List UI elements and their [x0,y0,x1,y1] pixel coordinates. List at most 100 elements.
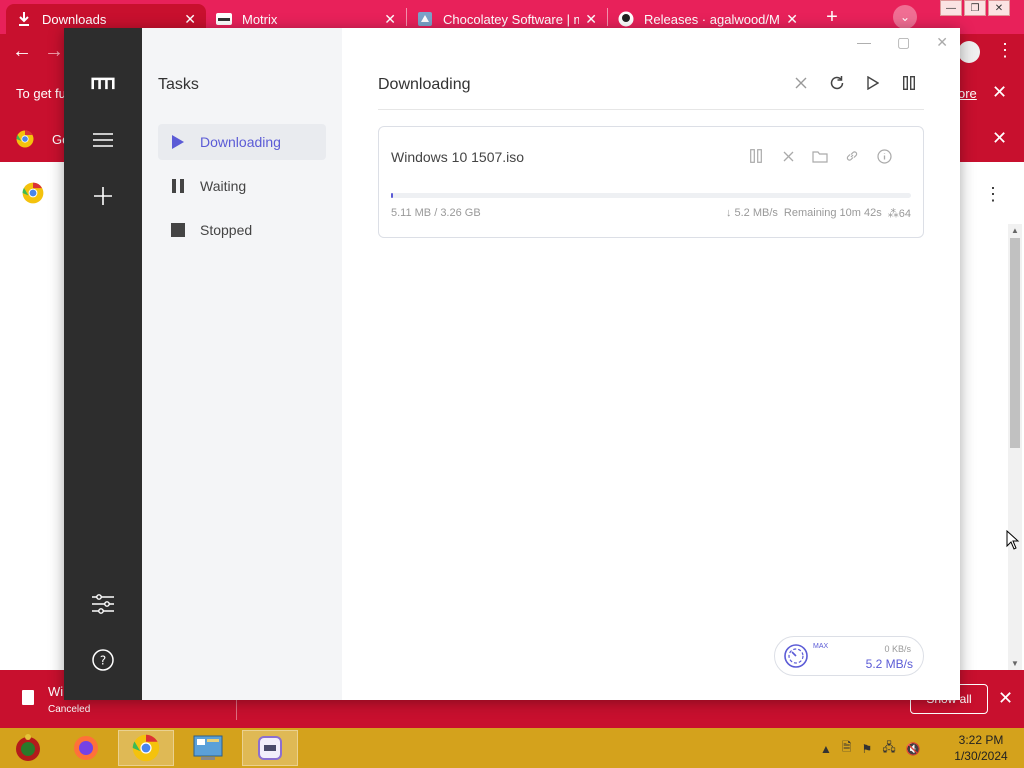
task-name: Windows 10 1507.iso [391,149,525,165]
nav-label: Waiting [200,178,247,194]
taskbar-chrome[interactable] [118,730,174,766]
motrix-window-controls: — ▢ ✕ [857,34,948,51]
network-icon[interactable]: 🖧 [882,738,895,759]
page-title: Downloading [378,76,471,93]
motrix-logo-icon [91,72,115,96]
page-scrollbar[interactable]: ▲ ▼ [1008,224,1022,670]
close-shelf-icon[interactable]: ✕ [998,688,1013,709]
clock-time: 3:22 PM [958,733,1004,747]
delete-all-icon[interactable] [792,74,810,92]
info-bar-text: To get fu [16,86,66,101]
forward-arrow-icon[interactable]: → [44,40,64,63]
speed-limit-label: MAX [813,643,829,650]
maximize-icon[interactable]: ▢ [897,34,910,51]
new-tab-button[interactable]: + [818,3,846,31]
close-icon[interactable]: ✕ [384,11,396,28]
minimize-icon[interactable]: — [857,34,871,51]
chrome-logo-icon [22,182,44,207]
motrix-aside: ? [64,28,142,700]
task-progress-bar [391,193,911,198]
back-arrow-icon[interactable]: ← [12,40,32,63]
speedometer[interactable]: MAX 0 KB/s 5.2 MB/s [774,636,924,676]
task-connections: ⁂64 [887,208,911,220]
profile-avatar[interactable] [958,41,980,63]
nav-stopped[interactable]: Stopped [158,212,326,248]
taskbar-control-panel[interactable] [180,730,236,766]
tray-expand-icon[interactable]: ▲ [820,742,832,756]
download-status: Canceled [48,704,91,715]
delete-icon[interactable] [779,147,797,165]
tab-title: Releases · agalwood/Mot [644,11,781,27]
tab-title: Downloads [42,11,107,27]
github-icon [618,11,634,27]
tasks-sidebar: Tasks Downloading Waiting Stopped [142,28,342,700]
mouse-cursor-icon [1006,530,1020,550]
menu-icon[interactable] [91,128,115,152]
add-task-icon[interactable] [91,184,115,208]
close-icon[interactable]: ✕ [936,34,948,51]
tab-title: Chocolatey Software | mo [443,11,580,27]
task-list-header: Downloading [378,74,924,110]
task-size: 5.11 MB / 3.26 GB [391,207,481,219]
header-actions [792,74,918,92]
info-bar-link[interactable]: ore [958,86,977,101]
pause-icon[interactable] [747,147,765,165]
motrix-window: ? Tasks Downloading Waiting Stopped — ▢ [64,28,960,700]
speedometer-gauge-icon [783,643,809,672]
close-icon[interactable]: ✕ [992,82,1007,103]
resume-all-icon[interactable] [864,74,882,92]
play-icon [170,134,186,150]
clock-date: 1/30/2024 [954,749,1008,763]
help-icon[interactable]: ? [91,648,115,672]
refresh-icon[interactable] [828,74,846,92]
task-actions [747,147,893,165]
tab-title: Motrix [242,11,278,27]
task-stats: ↓ 5.2 MB/s Remaining 10m 42s ⁂64 [726,207,911,220]
tab-search-chevron-icon[interactable]: ⌄ [893,5,917,29]
close-icon[interactable]: ✕ [585,11,597,28]
progress-fill [391,193,393,198]
taskbar-clock[interactable]: 3:22 PM 1/30/2024 [950,732,1012,764]
volume-muted-icon[interactable]: 🔇 [906,742,921,756]
download-file-name[interactable]: Wi [48,684,63,699]
scroll-up-icon[interactable]: ▲ [1011,226,1019,235]
file-icon [22,690,34,705]
scroll-down-icon[interactable]: ▼ [1011,659,1019,668]
restore-button[interactable]: ❐ [964,0,986,16]
close-icon[interactable]: ✕ [786,11,798,28]
browser-menu-icon[interactable]: ⋮ [996,40,1014,61]
close-icon[interactable]: ✕ [184,11,196,28]
taskbar-motrix[interactable] [242,730,298,766]
svg-text:?: ? [100,654,106,668]
download-speed: 5.2 MB/s [865,657,913,671]
start-button[interactable] [0,730,56,766]
preferences-icon[interactable] [91,592,115,616]
scrollbar-thumb[interactable] [1010,238,1020,448]
pause-all-icon[interactable] [900,74,918,92]
system-tray: ▲ 🗎 ⚑ 🖧 🔇 [820,738,921,759]
nav-waiting[interactable]: Waiting [158,168,326,204]
close-icon[interactable]: ✕ [992,128,1007,149]
chocolatey-favicon [417,11,433,27]
nav-downloading[interactable]: Downloading [158,124,326,160]
task-item[interactable]: Windows 10 1507.iso 5.11 MB / 3.26 GB ↓ … [378,126,924,238]
usb-icon[interactable]: 🗎 [842,738,852,759]
sidebar-title: Tasks [158,76,199,93]
chrome-icon [132,734,160,762]
info-icon[interactable] [875,147,893,165]
folder-icon[interactable] [811,147,829,165]
close-window-button[interactable]: ✕ [988,0,1010,16]
task-remaining: Remaining 10m 42s [783,207,882,219]
link-icon[interactable] [843,147,861,165]
chrome-icon [16,130,34,151]
firefox-icon [74,736,98,760]
nav-label: Downloading [200,134,281,150]
nav-label: Stopped [200,222,253,238]
taskbar-firefox[interactable] [58,730,114,766]
task-speed: ↓ 5.2 MB/s [725,207,778,219]
flag-icon[interactable]: ⚑ [862,742,873,756]
minimize-button[interactable]: — [940,0,962,16]
browser-window-controls: — ❐ ✕ [940,0,1010,16]
stop-icon [170,222,186,238]
more-options-icon[interactable]: ⋮ [984,184,1002,205]
